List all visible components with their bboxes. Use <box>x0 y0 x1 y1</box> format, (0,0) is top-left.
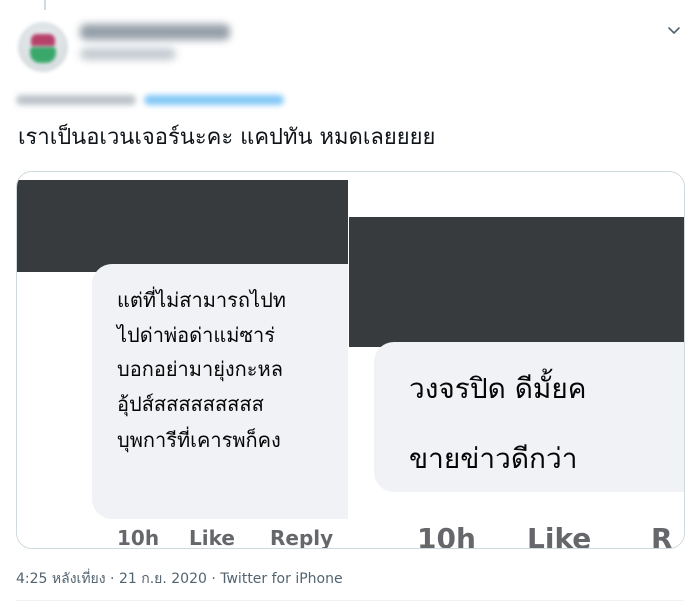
replying-to-line <box>16 92 284 108</box>
redaction-bar <box>349 217 684 347</box>
divider <box>16 600 684 601</box>
tweet-text: เราเป็นอเวนเจอร์นะคะ แคปทัน หมดเลยยยย <box>18 125 436 150</box>
display-name-blurred[interactable] <box>80 24 230 40</box>
comment-time: 10h <box>117 526 160 548</box>
comment-like: Like <box>189 526 235 548</box>
more-options-button[interactable] <box>662 18 686 42</box>
comment-line: ขายข่าวดีกว่า <box>409 442 578 475</box>
tweet-timestamp: 4:25 หลังเที่ยง · 21 ก.ย. 2020 · Twitter… <box>16 568 343 590</box>
tweet-media[interactable]: แต่ที่ไม่สามารถไปท ไปด่าพ่อด่าแม่ซาร่ บอ… <box>16 171 685 549</box>
comment-like: Like <box>527 522 592 548</box>
avatar-shape-top <box>31 34 55 46</box>
source-separator: · <box>211 571 216 587</box>
comment-reply: R <box>651 522 673 548</box>
comment-line: ไปด่าพ่อด่าแม่ซาร่ <box>117 323 276 347</box>
comment-reply: Reply <box>270 526 334 548</box>
comment-line: อุ้ปส์สสสสสสสสส <box>117 392 264 416</box>
comment-line: วงจรปิด ดีมั้ยค <box>409 372 587 405</box>
username-handle-blurred[interactable] <box>80 48 176 60</box>
chevron-down-icon <box>668 27 680 34</box>
tweet-source[interactable]: Twitter for iPhone <box>220 571 342 587</box>
replying-to-mention-blurred[interactable] <box>144 95 284 105</box>
redaction-bar <box>17 180 348 272</box>
comment-time: 10h <box>417 522 476 548</box>
tweet-card: เราเป็นอเวนเจอร์นะคะ แคปทัน หมดเลยยยย แต… <box>0 0 700 608</box>
comment-line: บอกอย่ามายุ่งกะหล <box>117 357 283 381</box>
thread-connector-line <box>44 0 46 10</box>
tweet-time-link[interactable]: 4:25 หลังเที่ยง <box>16 571 106 587</box>
comment-line: แต่ที่ไม่สามารถไปท <box>117 288 286 312</box>
replying-to-label-blurred <box>16 95 136 105</box>
tweet-date-link[interactable]: 21 ก.ย. 2020 <box>119 571 207 587</box>
timestamp-separator: · <box>110 571 115 587</box>
media-image-left[interactable]: แต่ที่ไม่สามารถไปท ไปด่าพ่อด่าแม่ซาร่ บอ… <box>17 172 348 548</box>
avatar[interactable] <box>18 22 68 72</box>
avatar-shape-bottom <box>30 47 56 63</box>
comment-line: บุพการีที่เคารพก็คง <box>117 428 281 452</box>
media-image-right[interactable]: วงจรปิด ดีมั้ยค ขายข่าวดีกว่า 10h Like R <box>349 172 684 548</box>
